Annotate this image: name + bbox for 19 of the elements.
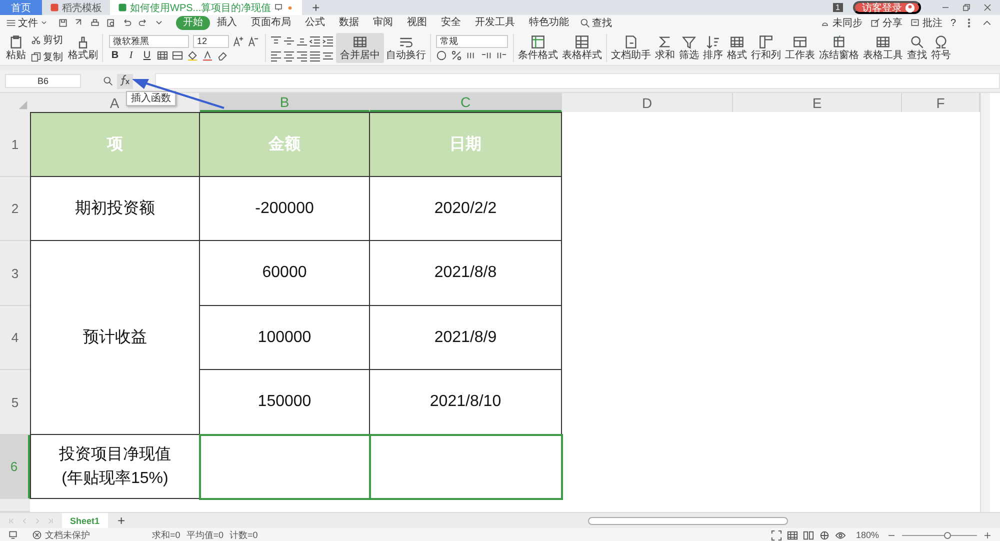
status-stat: 平均值=0: [186, 528, 224, 541]
table-cell: 投资项目净现值 (年贴现率15%): [30, 435, 200, 499]
table-cell: 日期: [370, 112, 562, 177]
table-cell: 2021/8/8: [370, 241, 562, 306]
table-cell: 150000: [200, 370, 370, 435]
table-cell: 金额: [200, 112, 370, 177]
table-cell: 2021/8/10: [370, 370, 562, 435]
table-cell: 2021/8/9: [370, 306, 562, 370]
table-cell: 2020/2/2: [370, 177, 562, 241]
table-cell: 100000: [200, 306, 370, 370]
status-stat: 计数=0: [230, 528, 258, 541]
tooltip: 插入函数: [126, 91, 176, 106]
table-cell: 项: [30, 112, 200, 177]
count-badge: 1: [832, 3, 843, 12]
table-cell: 60000: [200, 241, 370, 306]
table-cell: 预计收益: [30, 241, 200, 435]
table-cell: -200000: [200, 177, 370, 241]
table-cell: 期初投资额: [30, 177, 200, 241]
status-stat: 求和=0: [152, 528, 180, 541]
